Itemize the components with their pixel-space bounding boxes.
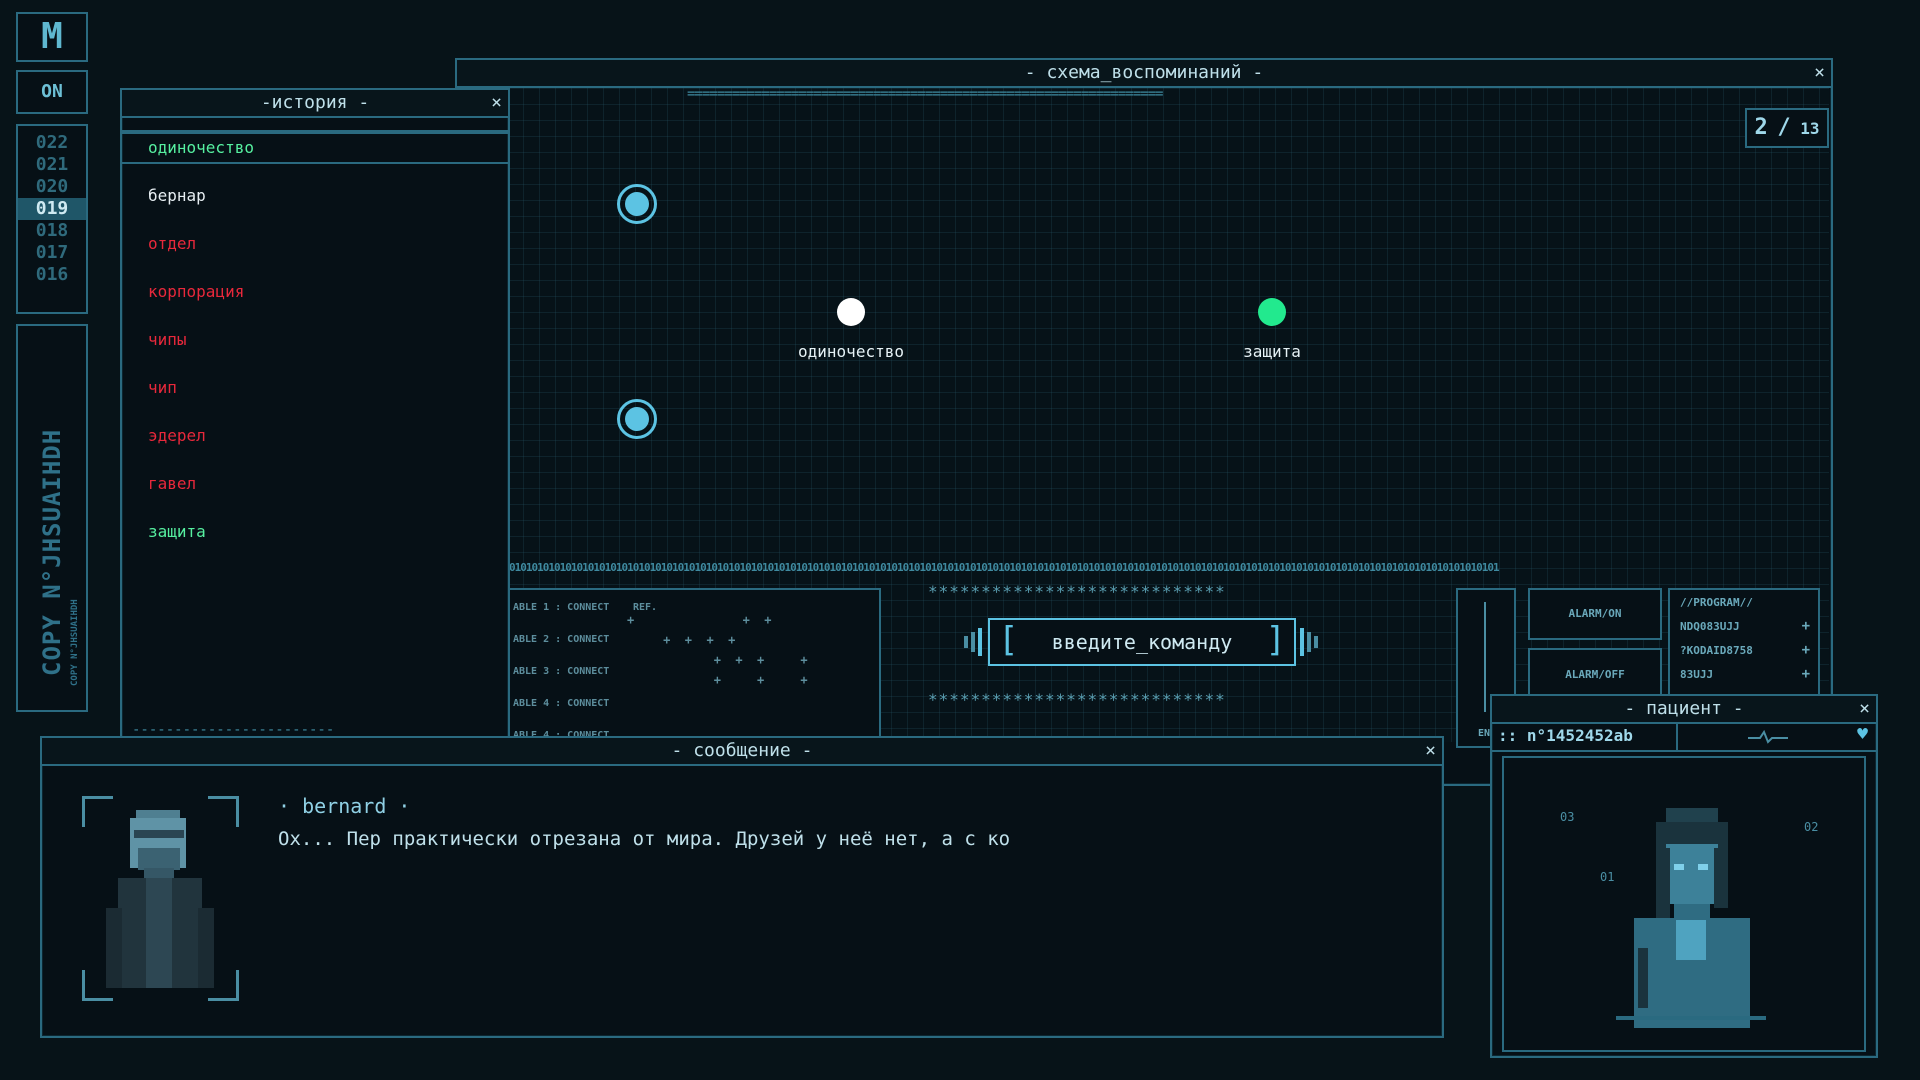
patient-titlebar[interactable]: - пациент - ×: [1492, 696, 1876, 724]
memory-node-protection[interactable]: [1258, 298, 1286, 326]
message-titlebar[interactable]: - сообщение - ×: [42, 738, 1442, 766]
cable-connection-panel: ABLE 1 : CONNECT ABLE 2 : CONNECT ABLE 3…: [505, 588, 881, 742]
page-total: 13: [1800, 119, 1820, 138]
power-status-button[interactable]: ON: [16, 70, 88, 114]
command-label: введите_команду: [1051, 630, 1233, 654]
heart-rate-icon: [1748, 730, 1788, 744]
binary-strip: 0101010101010101010101010101010101010101…: [509, 561, 1500, 574]
message-speaker: · bernard ·: [278, 794, 411, 818]
history-window: -история - × одиночество бернар отдел ко…: [120, 88, 510, 746]
cable-row: ABLE 1 : CONNECT: [513, 602, 610, 613]
message-title: - сообщение -: [671, 740, 813, 761]
program-item[interactable]: 83UJJ: [1680, 668, 1713, 681]
history-titlebar[interactable]: -история - ×: [122, 90, 508, 118]
command-left-bracket: [: [998, 620, 1019, 660]
patient-portrait-icon: [1616, 808, 1766, 1028]
command-right-bracket: ]: [1265, 620, 1286, 660]
program-add-icon[interactable]: +: [1802, 666, 1810, 682]
patient-mark: 03: [1560, 810, 1575, 824]
command-input-button[interactable]: [ введите_команду ]: [988, 618, 1296, 666]
patient-close-icon[interactable]: ×: [1859, 696, 1870, 722]
memory-node-ring-bottom[interactable]: [617, 399, 657, 439]
history-item-bernard[interactable]: бернар: [148, 186, 206, 205]
history-item-chips[interactable]: чипы: [148, 330, 187, 349]
program-item[interactable]: ?KODAID8758: [1680, 644, 1753, 657]
id-bar-divider: [1676, 724, 1678, 750]
history-item-ederel[interactable]: эдерел: [148, 426, 206, 445]
memory-node-label-loneliness: одиночество: [798, 342, 904, 361]
heart-icon: ♥: [1857, 724, 1868, 745]
history-item-loneliness[interactable]: одиночество: [148, 138, 254, 157]
command-stars-top: ****************************: [928, 582, 1226, 601]
patient-window: - пациент - × :: n°1452452ab ♥ 03 02 01: [1490, 694, 1878, 1058]
history-item-protection[interactable]: защита: [148, 522, 206, 541]
history-item-chip[interactable]: чип: [148, 378, 177, 397]
session-number-018[interactable]: 018: [18, 220, 86, 242]
session-number-list: 022 021 020 019 018 017 016: [16, 124, 88, 314]
alarm-on-button[interactable]: ALARM/ON: [1528, 588, 1662, 640]
patient-id-bar: :: n°1452452ab ♥: [1492, 724, 1876, 752]
session-number-020[interactable]: 020: [18, 176, 86, 198]
program-panel: //PROGRAM// NDQ083UJJ + ?KODAID8758 + 83…: [1668, 588, 1820, 702]
memory-map-header-rule: ========================================…: [687, 86, 1163, 102]
message-close-icon[interactable]: ×: [1425, 738, 1436, 764]
session-number-022[interactable]: 022: [18, 132, 86, 154]
session-number-021[interactable]: 021: [18, 154, 86, 176]
vertical-slider[interactable]: [1484, 602, 1486, 712]
program-item[interactable]: NDQ083UJJ: [1680, 620, 1740, 633]
memory-map-close-icon[interactable]: ×: [1814, 60, 1825, 86]
memory-node-ring-top[interactable]: [617, 184, 657, 224]
patient-mark: 01: [1600, 870, 1615, 884]
copy-id-panel: COPY N°JHSUAIHDH COPY N°JHSUAIHDH: [16, 324, 88, 712]
memory-node-loneliness[interactable]: [837, 298, 865, 326]
cable-row: ABLE 2 : CONNECT: [513, 634, 610, 645]
patient-portrait-frame: 03 02 01: [1502, 756, 1866, 1052]
m-logo: M: [16, 12, 88, 62]
program-title: //PROGRAM//: [1680, 596, 1753, 609]
command-left-bars-icon: [964, 628, 986, 656]
command-right-bars-icon: [1300, 628, 1322, 656]
page-current: 2: [1754, 115, 1768, 140]
page-separator: /: [1777, 115, 1791, 140]
session-number-019-selected[interactable]: 019: [18, 198, 86, 220]
history-item-department[interactable]: отдел: [148, 234, 196, 253]
history-title: -история -: [260, 92, 370, 113]
cable-row: ABLE 3 : CONNECT: [513, 666, 610, 677]
program-add-icon[interactable]: +: [1802, 618, 1810, 634]
message-text: Ох... Пер практически отрезана от мира. …: [278, 828, 1011, 850]
copy-id-label: COPY N°JHSUAIHDH: [38, 428, 66, 676]
patient-title: - пациент -: [1624, 698, 1744, 719]
memory-map-title: - схема_воспоминаний -: [1024, 62, 1264, 83]
patient-mark: 02: [1804, 820, 1819, 834]
copy-id-small-label: COPY N°JHSUAIHDH: [70, 599, 80, 686]
memory-node-label-protection: защита: [1243, 342, 1301, 361]
message-window: - сообщение - ×: [40, 736, 1444, 1038]
session-number-016[interactable]: 016: [18, 264, 86, 286]
program-add-icon[interactable]: +: [1802, 642, 1810, 658]
command-stars-bottom: ****************************: [928, 690, 1226, 709]
history-item-corporation[interactable]: корпорация: [148, 282, 244, 301]
patient-id: :: n°1452452ab: [1498, 726, 1633, 745]
cable-row: ABLE 4 : CONNECT: [513, 698, 610, 709]
plus-pattern-icon: + + + + + + + + + + + + + +: [627, 613, 808, 687]
history-item-gavel[interactable]: гавел: [148, 474, 196, 493]
bernard-portrait-icon: [106, 810, 214, 988]
history-close-icon[interactable]: ×: [491, 90, 502, 116]
page-counter: 2 / 13: [1745, 108, 1829, 148]
memory-map-titlebar[interactable]: - схема_воспоминаний - ×: [457, 60, 1831, 88]
slider-cut-label: EN: [1478, 728, 1491, 739]
session-number-017[interactable]: 017: [18, 242, 86, 264]
